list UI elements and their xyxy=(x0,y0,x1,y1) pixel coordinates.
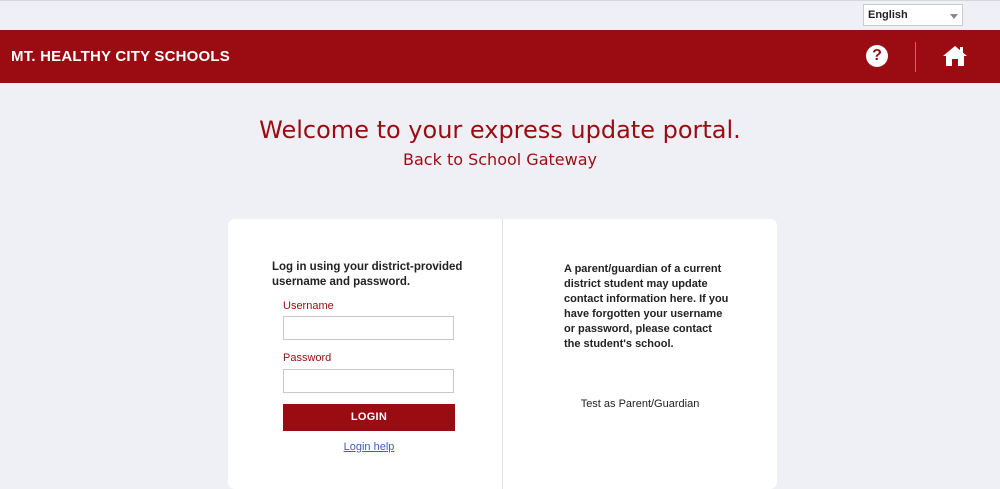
language-select[interactable]: English xyxy=(863,4,963,26)
login-card: Log in using your district-provided user… xyxy=(228,219,777,489)
header-divider xyxy=(915,42,916,72)
password-label: Password xyxy=(283,352,332,364)
login-help-link[interactable]: Login help xyxy=(283,441,455,453)
welcome-heading: Welcome to your express update portal. xyxy=(259,116,741,144)
district-title: MT. HEALTHY CITY SCHOOLS xyxy=(11,48,230,65)
portal-subtitle: Back to School Gateway xyxy=(403,150,597,169)
card-divider xyxy=(502,219,503,489)
login-button[interactable]: LOGIN xyxy=(283,404,455,431)
top-strip xyxy=(0,0,1000,30)
login-instructions: Log in using your district-provided user… xyxy=(272,261,463,288)
language-selected-value: English xyxy=(868,9,908,21)
home-icon[interactable] xyxy=(942,44,968,68)
password-input[interactable] xyxy=(283,369,454,393)
parent-guardian-info: A parent/guardian of a current district … xyxy=(564,263,729,350)
test-as-parent-link[interactable]: Test as Parent/Guardian xyxy=(503,398,777,410)
help-icon[interactable]: ? xyxy=(866,45,888,67)
site-header: MT. HEALTHY CITY SCHOOLS ? xyxy=(0,30,1000,83)
chevron-down-icon xyxy=(950,14,958,19)
username-input[interactable] xyxy=(283,316,454,340)
username-label: Username xyxy=(283,300,334,312)
